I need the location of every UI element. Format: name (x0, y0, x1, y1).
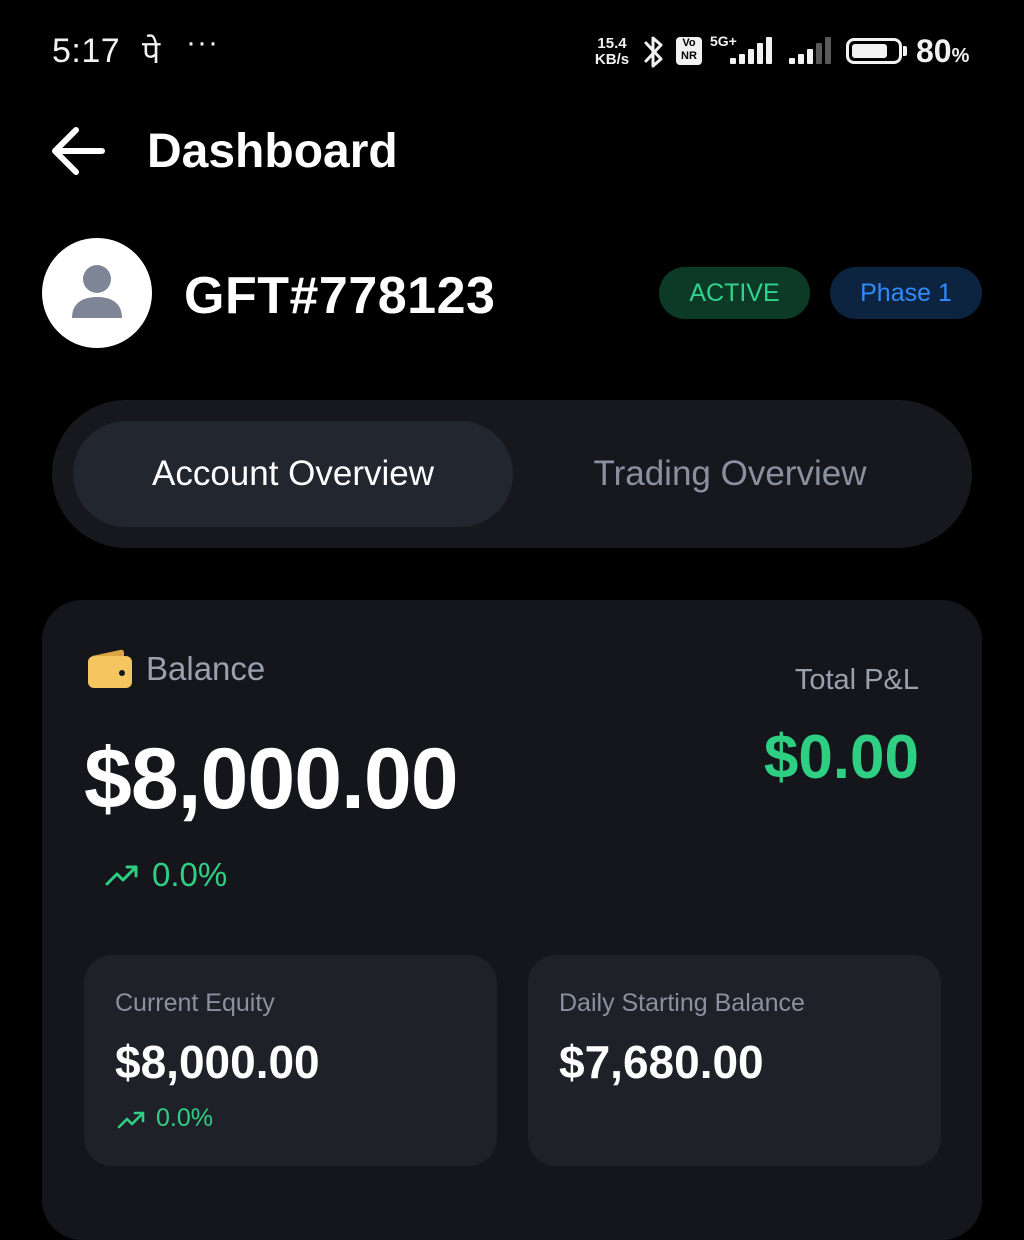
tab-account-overview[interactable]: Account Overview (73, 421, 513, 527)
current-equity-label: Current Equity (115, 989, 275, 1017)
user-icon (72, 265, 122, 318)
bluetooth-icon (644, 36, 663, 68)
more-notifications-icon: ··· (186, 26, 219, 59)
balance-change: 0.0% (152, 856, 228, 893)
balance-label: Balance (146, 650, 266, 687)
battery-icon (846, 38, 902, 64)
tab-trading-overview[interactable]: Trading Overview (510, 421, 950, 527)
overview-tabs: Account Overview Trading Overview (52, 400, 972, 548)
current-equity-change: 0.0% (156, 1104, 213, 1132)
wallet-icon (88, 649, 132, 688)
battery-percent-sign: % (951, 45, 970, 67)
balance-value: $8,000.00 (84, 731, 459, 827)
trending-up-icon (117, 1111, 145, 1129)
avatar (42, 238, 152, 348)
trending-up-icon (105, 865, 138, 886)
account-id: GFT#778123 (184, 267, 496, 325)
back-button[interactable] (46, 118, 112, 184)
network-speed-value: 15.4 (597, 35, 627, 52)
app-notification-icon: पे (142, 33, 161, 71)
network-speed: 15.4 KB/s (590, 36, 634, 68)
phase-badge: Phase 1 (830, 267, 982, 319)
status-badge: ACTIVE (659, 267, 810, 319)
arrow-left-icon (52, 127, 105, 175)
daily-starting-balance-label: Daily Starting Balance (559, 989, 805, 1017)
daily-starting-balance-value: $7,680.00 (559, 1036, 764, 1088)
current-equity-card: Current Equity $8,000.00 0.0% (84, 955, 497, 1166)
signal-2-icon (789, 37, 831, 64)
current-equity-value: $8,000.00 (115, 1036, 320, 1088)
battery-tip (903, 46, 907, 56)
battery-percent-value: 80 (916, 33, 952, 69)
total-pnl-value: $0.00 (763, 723, 919, 792)
network-speed-unit: KB/s (594, 51, 630, 68)
battery-percent: 80% (916, 33, 969, 70)
status-bar: 5:17 पे ··· 15.4 KB/s Vo NR 5G+ 80% (0, 0, 1024, 100)
total-pnl-label: Total P&L (794, 664, 919, 696)
status-time: 5:17 (52, 32, 121, 70)
daily-starting-balance-card: Daily Starting Balance $7,680.00 (528, 955, 941, 1166)
battery-level (852, 44, 887, 58)
vonr-icon: Vo NR (676, 37, 702, 65)
signal-icon (730, 37, 772, 64)
page-title: Dashboard (147, 125, 398, 178)
